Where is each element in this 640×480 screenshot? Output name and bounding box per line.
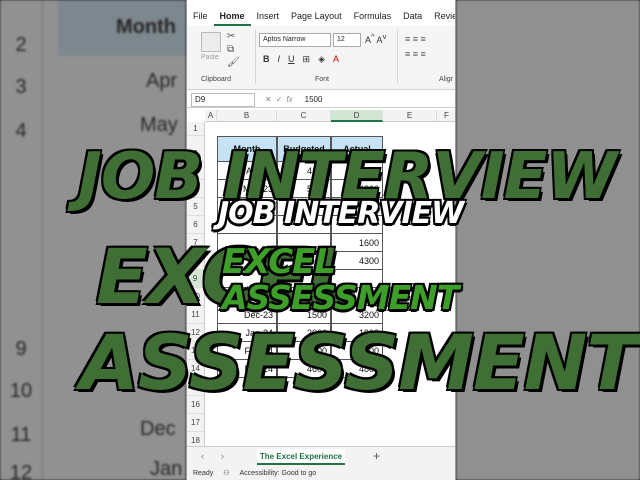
column-header-c[interactable]: C [277,110,331,122]
tab-review[interactable]: Review [428,8,455,26]
tab-formulas[interactable]: Formulas [348,8,398,26]
background-cell: Jan [150,458,183,480]
paste-icon[interactable] [201,32,221,52]
overlay-excel: EXCEL [222,242,336,282]
alignment-group-label: Aligr [439,76,454,83]
tab-insert[interactable]: Insert [251,8,286,26]
overlay-bg-assessment: ASSESSMENT [80,318,638,407]
format-painter-icon[interactable]: 🖌 [227,56,240,69]
status-bar: Ready ⚇ Accessibility: Good to go [187,466,455,480]
font-format-row: B I U ⊞ ◈ A [263,54,339,65]
column-header-d[interactable]: D [331,110,383,122]
fill-color-icon[interactable]: ◈ [318,54,325,65]
formula-bar: D9 ✕ ✓ fx 1500 [187,92,455,108]
background-row-number: 9 [15,338,27,360]
status-ready: Ready [193,469,214,477]
italic-button[interactable]: I [278,54,281,65]
clipboard-icons: ✂ ⧉ 🖌 [227,30,240,69]
underline-button[interactable]: U [288,54,295,65]
tab-file[interactable]: File [187,8,214,26]
column-header-a[interactable]: A [205,110,217,122]
copy-icon[interactable]: ⧉ [227,43,240,56]
add-sheet-button[interactable]: + [373,449,380,463]
background-row-number: 10 [9,380,33,402]
row-header-1[interactable]: 1 [187,122,205,136]
column-header-b[interactable]: B [217,110,277,122]
ribbon: Paste ✂ ⧉ 🖌 Clipboard Aptos Narrow 12 A^… [187,26,455,90]
prev-sheet-icon[interactable]: ‹ [201,451,204,461]
font-grow-shrink-icons[interactable]: A^ Av [365,32,386,45]
cut-icon[interactable]: ✂ [227,30,240,43]
paste-label: Paste [201,54,219,61]
accessibility-icon[interactable]: ⚇ [223,469,229,477]
column-header-f[interactable]: F [437,110,455,122]
tab-data[interactable]: Data [397,8,428,26]
accessibility-status[interactable]: Accessibility: Good to go [240,470,317,477]
font-group-label: Font [315,76,330,83]
clipboard-group-label: Clipboard [201,76,231,83]
tab-page-layout[interactable]: Page Layout [285,8,348,26]
background-row-number: 2 [15,34,27,56]
overlay-job-interview: JOB INTERVIEW [218,196,464,231]
enter-icon[interactable]: ✓ [276,95,283,104]
group-divider [255,30,256,84]
align-left-icons[interactable]: ≡ ≡ ≡ [405,47,426,62]
next-sheet-icon[interactable]: › [221,451,224,461]
font-name-dropdown[interactable]: Aptos Narrow [259,33,331,47]
background-cell: Dec [140,418,176,440]
tab-home[interactable]: Home [213,8,251,26]
name-box[interactable]: D9 [191,92,255,107]
font-color-icon[interactable]: A [333,54,339,65]
bold-button[interactable]: B [263,54,270,65]
background-right-panel [456,0,640,480]
group-divider [397,30,398,84]
formula-input[interactable]: 1500 [305,95,323,104]
alignment-icons: ≡ ≡ ≡ ≡ ≡ ≡ [405,32,426,62]
background-row-number: 3 [15,76,27,98]
background-cell: Apr [146,70,178,92]
fx-icon[interactable]: fx [286,95,292,104]
row-header-17[interactable]: 17 [187,414,205,432]
background-gridline [42,0,43,480]
cancel-icon[interactable]: ✕ [265,95,272,104]
font-size-dropdown[interactable]: 12 [333,33,361,47]
background-row-number: 12 [9,462,33,480]
overlay-assessment: ASSESSMENT [222,278,459,317]
ribbon-tabs: File Home Insert Page Layout Formulas Da… [187,8,455,26]
background-row-number: 4 [15,120,27,142]
align-top-icons[interactable]: ≡ ≡ ≡ [405,32,426,47]
background-row-number: 11 [10,424,32,446]
sheet-tab-bar: ‹ › The Excel Experience + [187,446,455,466]
background-header-month: Month [116,16,176,38]
sheet-tab-active[interactable]: The Excel Experience [257,449,345,465]
borders-icon[interactable]: ⊞ [303,54,311,65]
background-cell: May [140,114,178,136]
column-header-e[interactable]: E [383,110,437,122]
